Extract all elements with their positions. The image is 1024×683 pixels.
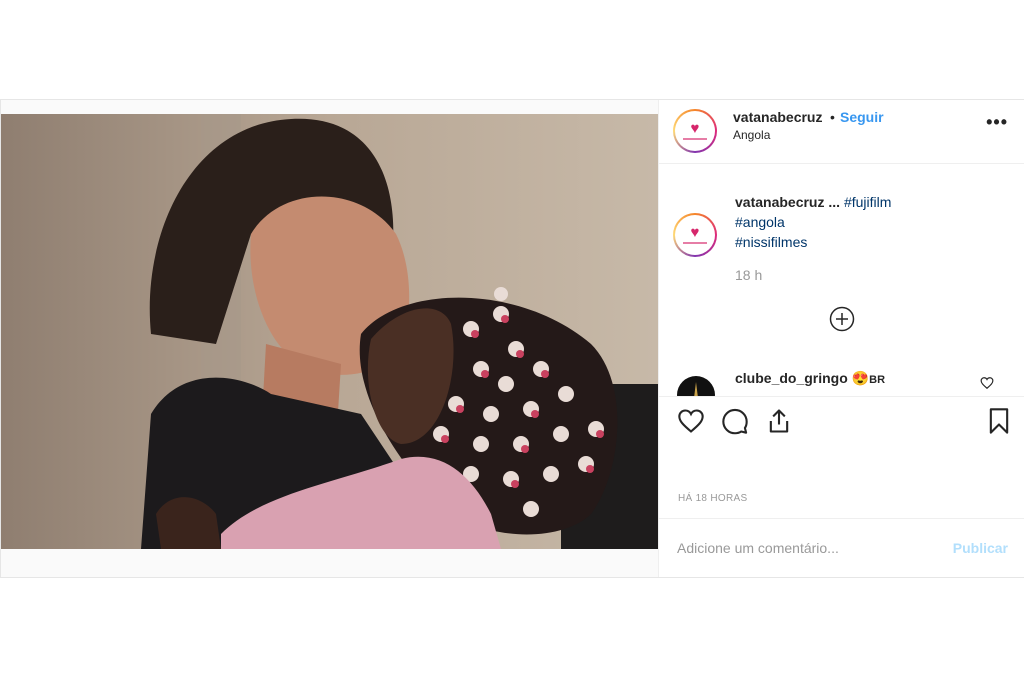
separator-dot: •	[830, 109, 835, 125]
caption-username[interactable]: vatanabecruz ...	[735, 194, 840, 210]
comment-item: clube_do_gringo 😍BR	[659, 368, 1024, 414]
post-media	[1, 100, 658, 577]
heart-logo-icon: ♥	[690, 224, 700, 241]
action-bar	[659, 396, 1024, 443]
comment-input[interactable]	[677, 540, 927, 556]
post-photo[interactable]	[1, 114, 658, 549]
follow-button[interactable]: Seguir	[840, 109, 884, 125]
load-more-comments-icon[interactable]	[829, 306, 855, 332]
heart-logo-icon: ♥	[690, 120, 700, 137]
author-avatar[interactable]: ♥	[673, 109, 717, 153]
instagram-post: ♥ vatanabecruz • Seguir Angola ••• ♥ vat…	[0, 99, 1024, 578]
heart-eyes-emoji-icon: 😍	[851, 370, 870, 386]
logo-text-line	[683, 242, 707, 244]
caption-avatar[interactable]: ♥	[673, 213, 717, 257]
caption: vatanabecruz ... #fujifilm #angola #niss…	[735, 192, 1005, 252]
more-options-icon[interactable]: •••	[986, 112, 1008, 133]
country-badge: BR	[869, 374, 886, 386]
post-header: ♥ vatanabecruz • Seguir Angola •••	[659, 100, 1024, 164]
author-username[interactable]: vatanabecruz	[733, 109, 822, 125]
commenter-username: clube_do_gringo 😍BR	[735, 370, 885, 387]
logo-text-line	[683, 138, 707, 140]
avatar-logo: ♥	[675, 215, 715, 255]
post-timestamp[interactable]: HÁ 18 HORAS	[678, 493, 747, 504]
post-location[interactable]: Angola	[733, 128, 770, 142]
publish-button[interactable]: Publicar	[953, 540, 1008, 556]
heart-icon[interactable]	[677, 407, 705, 435]
hashtag-link[interactable]: #fujifilm	[844, 194, 891, 210]
hashtag-link[interactable]: #nissifilmes	[735, 234, 807, 250]
comment-like-heart-icon[interactable]	[980, 376, 994, 390]
share-icon[interactable]	[765, 407, 793, 435]
photo-illustration	[1, 114, 658, 549]
post-sidebar: ♥ vatanabecruz • Seguir Angola ••• ♥ vat…	[658, 100, 1024, 577]
bookmark-icon[interactable]	[985, 407, 1013, 435]
comment-icon[interactable]	[721, 407, 749, 435]
add-comment-section: Publicar	[659, 518, 1024, 578]
commenter-username-text[interactable]: clube_do_gringo	[735, 370, 848, 386]
avatar-logo: ♥	[675, 111, 715, 151]
hashtag-link[interactable]: #angola	[735, 214, 785, 230]
caption-age: 18 h	[735, 267, 763, 283]
